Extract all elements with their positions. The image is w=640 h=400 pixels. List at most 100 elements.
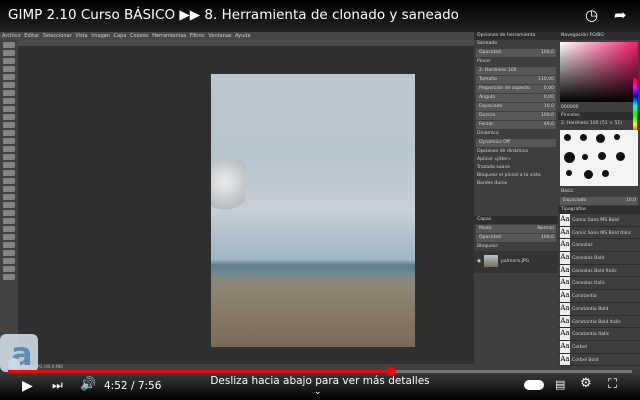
- convolve-tool-icon[interactable]: [3, 266, 15, 272]
- rect-select-tool-icon[interactable]: [3, 50, 15, 56]
- font-item[interactable]: Aa Consolas: [558, 239, 640, 253]
- eye-icon[interactable]: ◉: [477, 259, 481, 264]
- font-item[interactable]: Aa Comic Sans MS Bold: [558, 214, 640, 227]
- crop-tool-icon[interactable]: [3, 74, 15, 80]
- cage-tool-icon[interactable]: [3, 242, 15, 248]
- airbrush-tool-icon[interactable]: [3, 138, 15, 144]
- move-tool-icon[interactable]: [3, 42, 15, 48]
- flip-tool-icon[interactable]: [3, 234, 15, 240]
- chevron-down-icon[interactable]: ⌄: [314, 387, 322, 397]
- dynamics-select[interactable]: Dynamics Off: [476, 139, 556, 147]
- dynamics-options-toggle[interactable]: Opciones de dinámica: [474, 148, 558, 156]
- font-item[interactable]: Aa Consolas Italic: [558, 277, 640, 291]
- brush-select[interactable]: 2. Hardness 100: [476, 67, 556, 75]
- text-tool-icon[interactable]: [3, 98, 15, 104]
- brush-grid[interactable]: [560, 130, 638, 186]
- menu-colores[interactable]: Colores: [130, 33, 149, 39]
- brush-splat-icon[interactable]: [616, 152, 625, 161]
- heal-tool-icon[interactable]: [3, 162, 15, 168]
- menu-vista[interactable]: Vista: [75, 33, 87, 39]
- menu-capa[interactable]: Capa: [114, 33, 127, 39]
- brush-tag-filter[interactable]: Básic.: [558, 188, 640, 196]
- pencil-tool-icon[interactable]: [3, 130, 15, 136]
- brush-hard-icon[interactable]: [564, 152, 575, 163]
- zoom-tool-icon[interactable]: [3, 202, 15, 208]
- color-picker-area[interactable]: [560, 42, 638, 102]
- size-slider[interactable]: Tamaño 110,00: [476, 76, 556, 84]
- share-icon[interactable]: ➦: [614, 6, 627, 24]
- brush-round-icon[interactable]: [614, 134, 620, 140]
- menu-editar[interactable]: Editar: [24, 33, 39, 39]
- menu-ventanas[interactable]: Ventanas: [208, 33, 231, 39]
- brush-circle-icon[interactable]: [580, 134, 587, 141]
- dodge-burn-tool-icon[interactable]: [3, 178, 15, 184]
- font-item[interactable]: Aa Consolas Bold: [558, 252, 640, 265]
- eraser-tool-icon[interactable]: [3, 146, 15, 152]
- smudge-tool-icon[interactable]: [3, 170, 15, 176]
- hard-edges-checkbox[interactable]: Bordes duros: [474, 180, 558, 188]
- opacity-slider[interactable]: Opacidad 100,0: [476, 49, 556, 57]
- tab-navigation[interactable]: Navegación: [561, 33, 588, 38]
- paths-tool-icon[interactable]: [3, 186, 15, 192]
- perspective-tool-icon[interactable]: [3, 226, 15, 232]
- spacing-slider[interactable]: Espaciado 10,0: [476, 103, 556, 111]
- tab-fg-bg[interactable]: FG/BG: [590, 33, 604, 38]
- menu-herramientas[interactable]: Herramientas: [152, 33, 186, 39]
- font-item[interactable]: Aa Constantia Italic: [558, 328, 640, 341]
- layers-header[interactable]: Capas: [474, 216, 558, 224]
- font-item[interactable]: Aa Comic Sans MS Bold Italic: [558, 226, 640, 240]
- font-item[interactable]: Aa Corbel: [558, 340, 640, 354]
- brush-texture-icon[interactable]: [598, 152, 606, 160]
- menu-ayuda[interactable]: Ayuda: [235, 33, 250, 39]
- layer-opacity-slider[interactable]: Opacidad 100,0: [476, 234, 556, 242]
- menu-imagen[interactable]: Imagen: [91, 33, 110, 39]
- menu-seleccionar[interactable]: Seleccionar: [43, 33, 72, 39]
- fuzzy-select-tool-icon[interactable]: [3, 66, 15, 72]
- fonts-header[interactable]: Tipografías: [558, 206, 640, 214]
- font-item[interactable]: Aa Constantia Bold Italic: [558, 315, 640, 329]
- menu-filtros[interactable]: Filtros: [190, 33, 205, 39]
- font-item[interactable]: Aa Constantia: [558, 290, 640, 303]
- font-item[interactable]: Aa Constantia Bold: [558, 302, 640, 316]
- align-tool-icon[interactable]: [3, 218, 15, 224]
- color-picker-tool-icon[interactable]: [3, 194, 15, 200]
- tool-options-header[interactable]: Opciones de herramienta: [474, 32, 558, 40]
- settings-gear-icon[interactable]: ⚙: [580, 376, 592, 391]
- hue-slider[interactable]: [633, 78, 637, 134]
- gradient-tool-icon[interactable]: [3, 114, 15, 120]
- handle-transform-tool-icon[interactable]: [3, 274, 15, 280]
- font-item[interactable]: Aa Consolas Bold Italic: [558, 264, 640, 278]
- smooth-stroke-checkbox[interactable]: Trazado suave: [474, 164, 558, 172]
- brush-blob-icon[interactable]: [584, 170, 593, 179]
- lasso-tool-icon[interactable]: [3, 58, 15, 64]
- video-title[interactable]: GIMP 2.10 Curso BÁSICO ▶▶ 8. Herramienta…: [8, 7, 459, 23]
- brush-sparkle-icon[interactable]: [596, 134, 605, 143]
- menu-archivo[interactable]: Archivo: [2, 33, 21, 39]
- layer-mode-select[interactable]: Modo Normal: [476, 225, 556, 233]
- force-slider[interactable]: Forzar 49,6: [476, 121, 556, 129]
- fullscreen-icon[interactable]: ⛶: [608, 377, 617, 392]
- angle-slider[interactable]: Ángulo 0,00: [476, 94, 556, 102]
- aspect-ratio-slider[interactable]: Proporción de aspecto 0,00: [476, 85, 556, 93]
- paintbrush-tool-icon[interactable]: [3, 122, 15, 128]
- jitter-checkbox[interactable]: Aplicar «jitter»: [474, 156, 558, 164]
- hardness-slider[interactable]: Dureza 100,0: [476, 112, 556, 120]
- mypaint-tool-icon[interactable]: [3, 258, 15, 264]
- brush-soft-icon[interactable]: [582, 154, 588, 160]
- watch-later-icon[interactable]: ◷: [585, 6, 598, 24]
- clone-tool-icon[interactable]: [3, 154, 15, 160]
- brush-dot-icon[interactable]: [566, 170, 572, 176]
- rotate-tool-icon[interactable]: [3, 82, 15, 88]
- brush-star-icon[interactable]: [564, 134, 571, 141]
- brush-spacing-slider[interactable]: Espaciado 10,0: [560, 197, 638, 205]
- autoplay-toggle[interactable]: [524, 380, 544, 390]
- captions-icon[interactable]: ▤: [555, 378, 565, 391]
- measure-tool-icon[interactable]: [3, 210, 15, 216]
- bucket-fill-tool-icon[interactable]: [3, 106, 15, 112]
- video-frame[interactable]: GIMP 2.10 Curso BÁSICO ▶▶ 8. Herramienta…: [0, 0, 640, 400]
- hex-field[interactable]: 000000: [558, 104, 640, 112]
- font-item[interactable]: Aa Corbel Bold: [558, 353, 640, 367]
- lock-brush-checkbox[interactable]: Bloquear el pincel a la vista: [474, 172, 558, 180]
- layer-row[interactable]: ◉ palmera.JPG: [474, 251, 558, 273]
- brush-grain-icon[interactable]: [602, 170, 609, 177]
